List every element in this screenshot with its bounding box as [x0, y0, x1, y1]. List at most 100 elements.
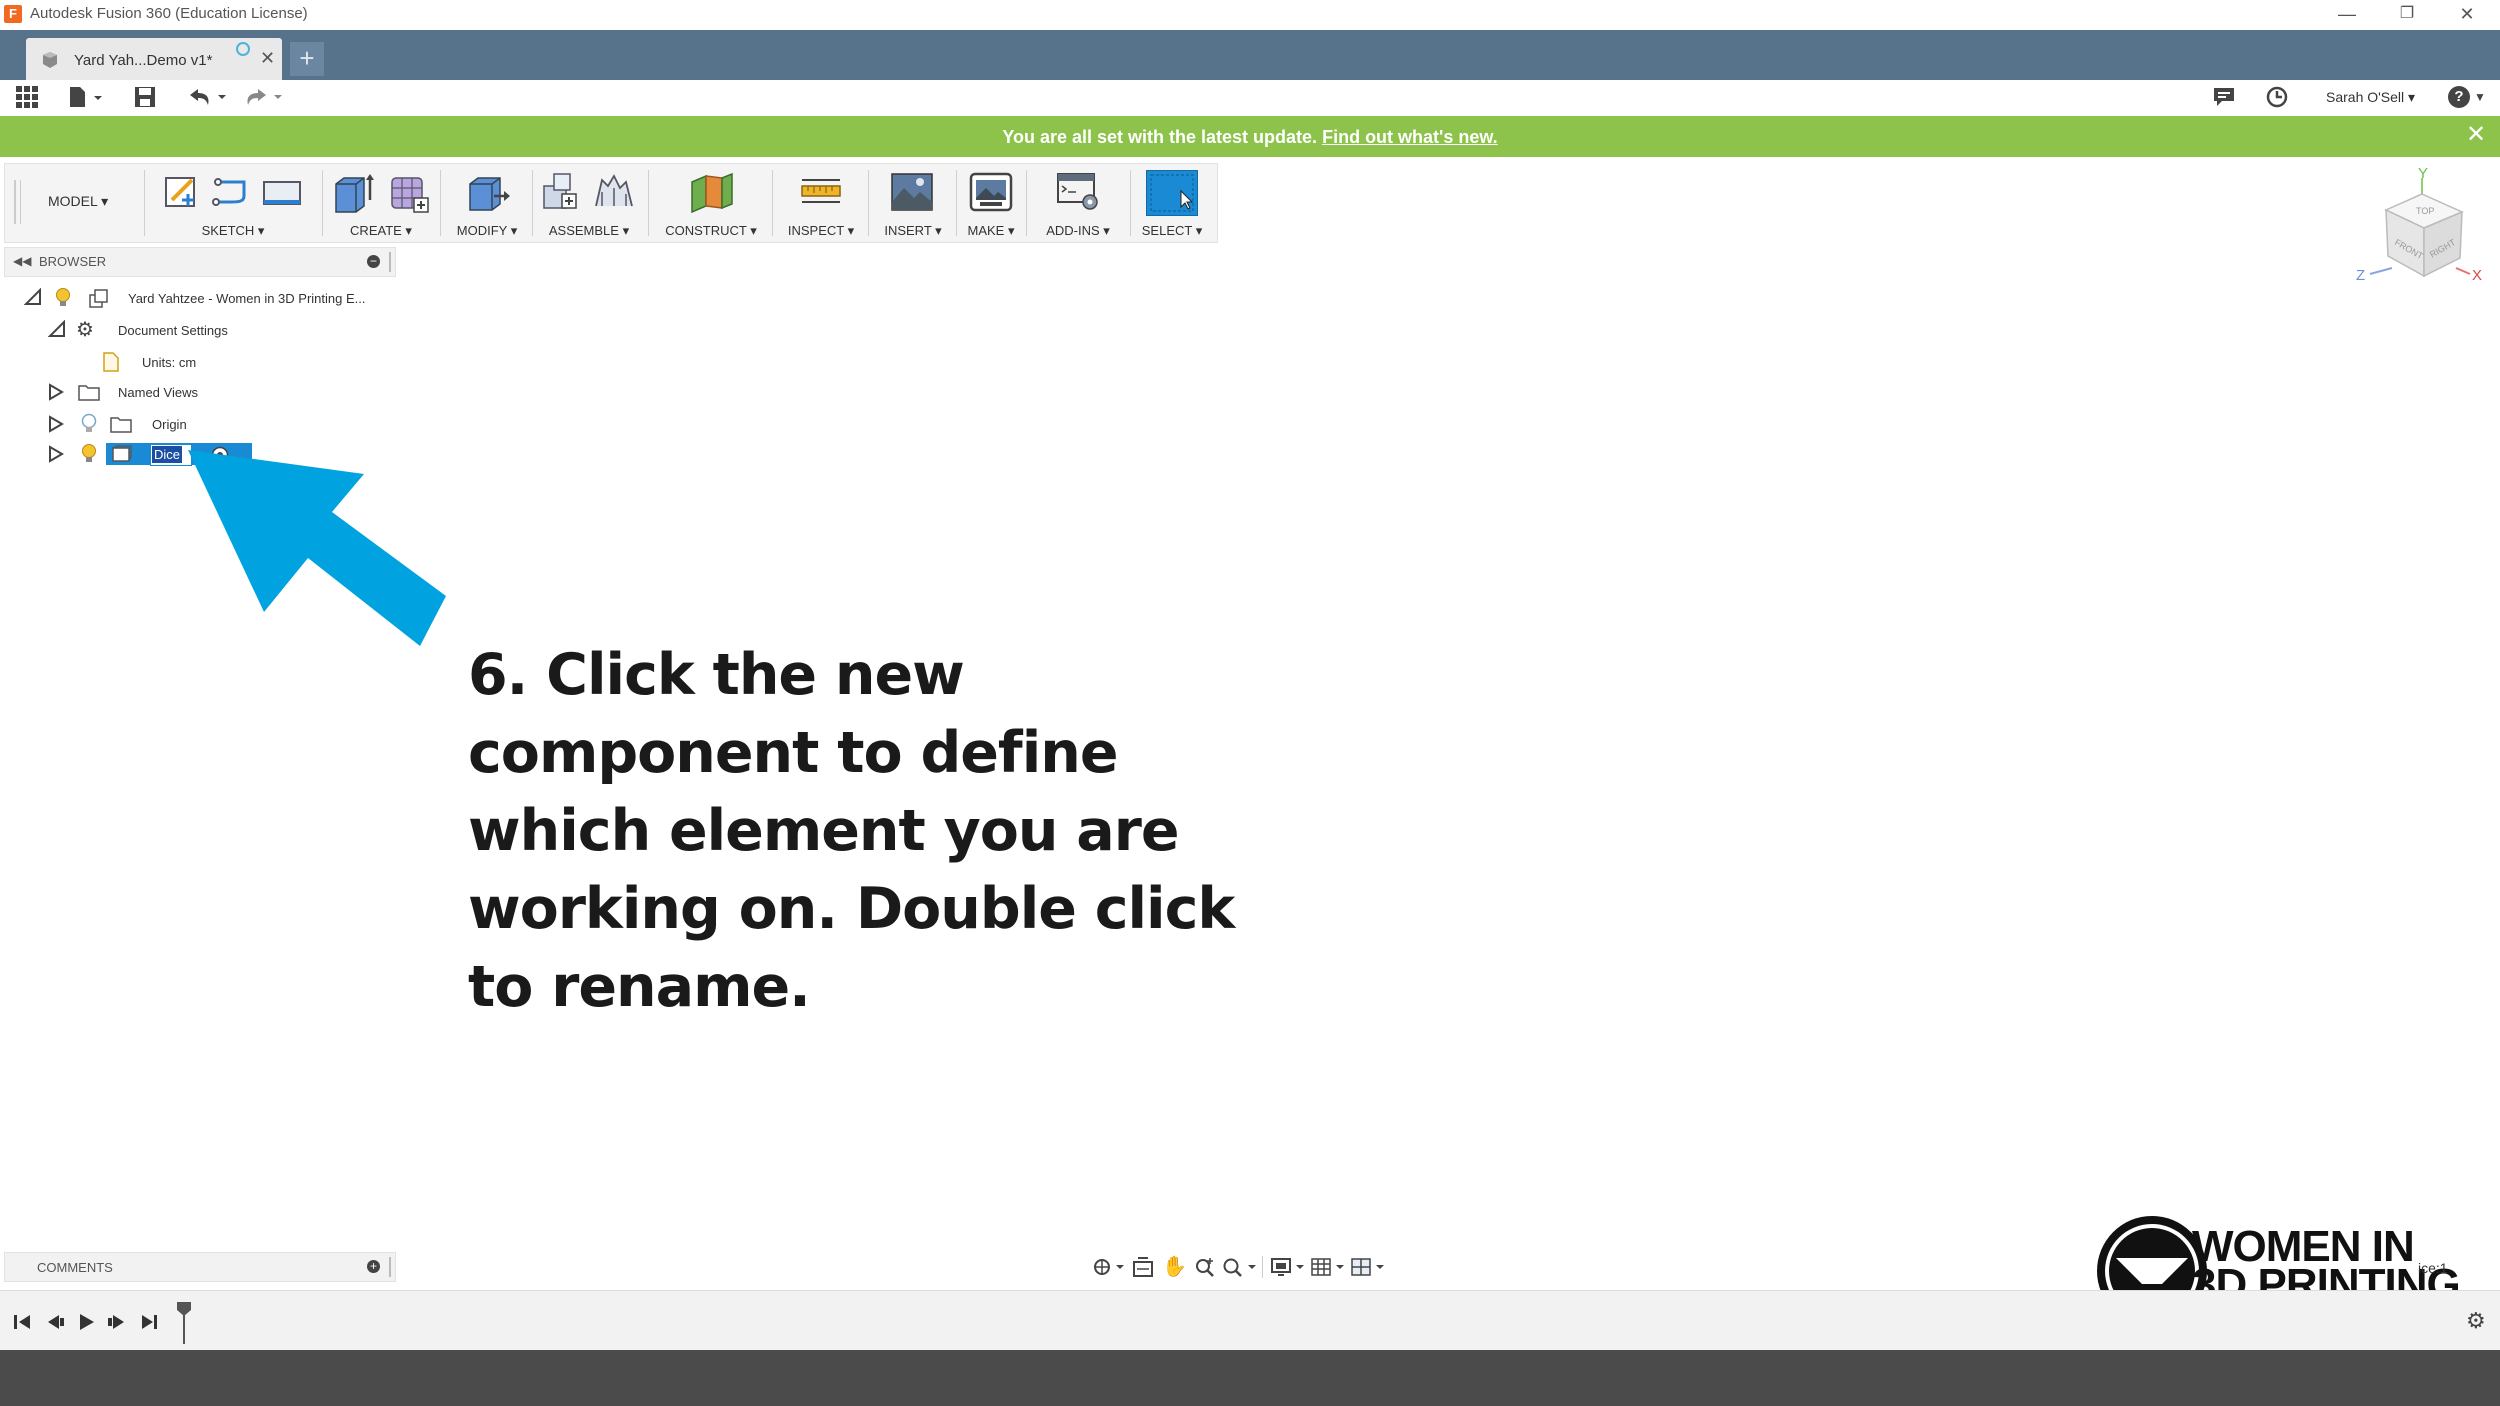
pan-hand-icon[interactable]: ✋ [1162, 1254, 1187, 1279]
restore-button[interactable]: ❐ [2384, 0, 2430, 28]
go-to-end-icon[interactable] [138, 1312, 160, 1332]
visibility-bulb-off-icon[interactable] [80, 413, 98, 435]
sketch-group[interactable]: SKETCH ▾ [150, 166, 316, 240]
instruction-line: working on. Double click [468, 876, 1235, 942]
close-banner-button[interactable]: ✕ [2462, 120, 2490, 150]
modify-menu[interactable]: MODIFY ▾ [446, 223, 528, 239]
browser-document-settings[interactable]: ⚙ Document Settings [48, 316, 248, 344]
user-account-menu[interactable]: Sarah O'Sell ▾ [2326, 89, 2415, 106]
assemble-group[interactable]: ASSEMBLE ▾ [536, 166, 642, 240]
viewports-icon[interactable] [1350, 1256, 1386, 1278]
document-settings-label: Document Settings [118, 323, 228, 338]
instruction-line: which element you are [468, 798, 1180, 864]
document-icon [103, 352, 119, 372]
component-icon [43, 52, 57, 68]
grid-settings-icon[interactable] [1310, 1256, 1346, 1278]
expanded-triangle-icon[interactable] [48, 320, 66, 338]
make-menu[interactable]: MAKE ▾ [960, 223, 1022, 239]
gear-icon: ⚙ [76, 319, 94, 341]
insert-group[interactable]: INSERT ▾ [874, 166, 952, 240]
collapse-browser-icon[interactable]: ◀◀ [13, 254, 31, 268]
create-menu[interactable]: CREATE ▾ [326, 223, 436, 239]
assemble-menu[interactable]: ASSEMBLE ▾ [536, 223, 642, 239]
go-to-start-icon[interactable] [12, 1312, 34, 1332]
inspect-menu[interactable]: INSPECT ▾ [778, 223, 864, 239]
select-menu[interactable]: SELECT ▾ [1136, 223, 1208, 239]
browser-root-label: Yard Yahtzee - Women in 3D Printing E... [128, 291, 366, 306]
collapsed-triangle-icon[interactable] [48, 445, 64, 463]
select-group[interactable]: SELECT ▾ [1136, 166, 1208, 240]
visibility-bulb-icon[interactable] [54, 287, 72, 309]
display-settings-icon[interactable] [1270, 1256, 1306, 1278]
play-icon[interactable] [76, 1312, 98, 1332]
collapsed-triangle-icon[interactable] [48, 383, 64, 401]
job-status-clock-icon[interactable] [2266, 86, 2288, 108]
workspace-switcher[interactable]: MODEL ▾ [48, 193, 108, 210]
sketch-icons [165, 177, 301, 207]
browser-title: BROWSER [39, 254, 107, 269]
visibility-bulb-icon[interactable] [80, 443, 98, 465]
browser-named-views[interactable]: Named Views [48, 378, 248, 406]
new-tab-button[interactable]: + [290, 42, 324, 76]
notification-center-icon[interactable] [2212, 86, 2236, 108]
close-window-button[interactable]: ✕ [2444, 0, 2490, 28]
add-ins-group[interactable]: ADD-INS ▾ [1030, 166, 1126, 240]
fit-zoom-icon[interactable] [1222, 1256, 1258, 1278]
select-icon [1146, 170, 1198, 216]
look-at-icon[interactable] [1132, 1256, 1154, 1278]
add-ins-menu[interactable]: ADD-INS ▾ [1030, 223, 1126, 239]
help-dropdown-icon[interactable]: ▼ [2474, 90, 2486, 104]
insert-menu[interactable]: INSERT ▾ [874, 223, 952, 239]
instruction-text: 6. Click the new component to define whi… [468, 636, 1268, 1026]
origin-label: Origin [152, 417, 187, 432]
component-icon [112, 445, 132, 462]
sketch-menu[interactable]: SKETCH ▾ [150, 223, 316, 239]
browser-header[interactable]: ◀◀ BROWSER − [4, 247, 396, 277]
minimize-button[interactable]: — [2324, 0, 2370, 28]
create-icons [335, 174, 429, 213]
construct-menu[interactable]: CONSTRUCT ▾ [654, 223, 768, 239]
browser-root-node[interactable]: Yard Yahtzee - Women in 3D Printing E... [24, 284, 396, 312]
document-tab[interactable]: Yard Yah...Demo v1* ✕ [26, 38, 282, 80]
viewcube[interactable]: Y Z X TOP FRONT RIGHT [2352, 164, 2492, 304]
step-back-icon[interactable] [44, 1312, 66, 1332]
window-title: Autodesk Fusion 360 (Education License) [30, 5, 308, 22]
modify-group[interactable]: MODIFY ▾ [446, 166, 528, 240]
units-label: Units: cm [142, 355, 197, 370]
orbit-icon[interactable] [1092, 1256, 1126, 1278]
make-group[interactable]: MAKE ▾ [960, 166, 1022, 240]
step-forward-icon[interactable] [106, 1312, 128, 1332]
timeline-settings-gear-icon[interactable]: ⚙ [2466, 1308, 2486, 1334]
construct-group[interactable]: CONSTRUCT ▾ [654, 166, 768, 240]
folder-icon [78, 385, 100, 401]
undo-icon[interactable] [186, 86, 230, 108]
timeline-bar [0, 1290, 2500, 1351]
save-icon[interactable] [133, 85, 157, 109]
expanded-triangle-icon[interactable] [24, 288, 42, 306]
bottom-status-bar [0, 1350, 2500, 1406]
comments-title: COMMENTS [37, 1260, 113, 1275]
comments-panel-header[interactable]: COMMENTS + [4, 1252, 396, 1282]
redo-icon[interactable] [242, 86, 286, 108]
viewcube-top-face[interactable]: TOP [2416, 206, 2434, 216]
zoom-icon[interactable] [1194, 1256, 1216, 1278]
file-menu-icon[interactable] [68, 86, 104, 108]
add-comment-icon[interactable]: + [367, 1260, 380, 1273]
create-group[interactable]: CREATE ▾ [326, 166, 436, 240]
collapsed-triangle-icon[interactable] [48, 415, 64, 433]
close-tab-icon[interactable]: ✕ [260, 48, 275, 69]
browser-units[interactable]: Units: cm [100, 348, 220, 376]
browser-origin[interactable]: Origin [48, 410, 248, 438]
instruction-line: 6. Click the new [468, 642, 965, 708]
pointer-arrow-annotation [188, 450, 446, 646]
comments-resize-handle[interactable] [389, 1257, 391, 1277]
document-tab-label: Yard Yah...Demo v1* [74, 52, 213, 69]
browser-resize-handle[interactable] [389, 252, 391, 272]
modify-press-pull-icon [469, 177, 510, 211]
browser-pin-icon[interactable]: − [367, 255, 380, 268]
inspect-group[interactable]: INSPECT ▾ [778, 166, 864, 240]
timeline-marker-handle[interactable] [174, 1300, 196, 1346]
data-panel-grid-icon[interactable] [16, 86, 38, 108]
help-icon[interactable]: ? [2448, 86, 2470, 108]
whats-new-link[interactable]: Find out what's new. [1322, 127, 1498, 147]
